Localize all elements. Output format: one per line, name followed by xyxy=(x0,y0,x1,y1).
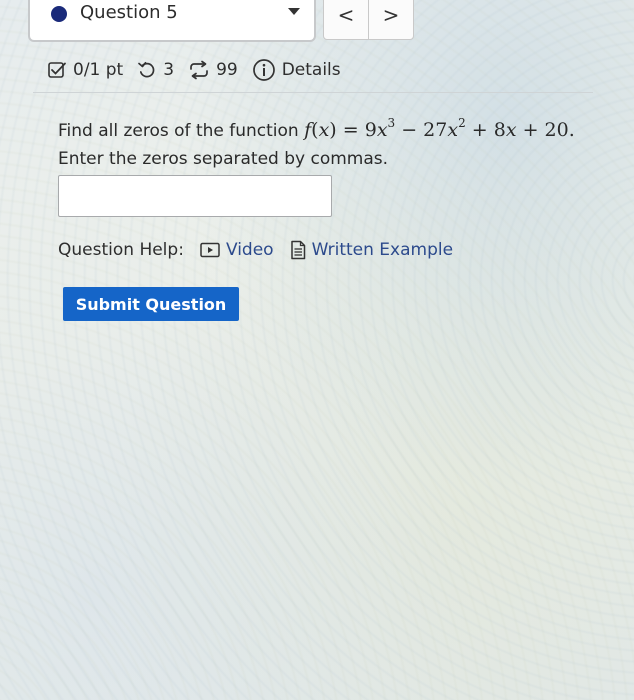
prompt-prefix: Find all zeros of the function xyxy=(58,121,299,141)
details-link[interactable]: Details xyxy=(282,60,341,80)
document-icon xyxy=(290,240,306,260)
retry-icon xyxy=(188,60,210,80)
checkbox-score-icon xyxy=(47,60,67,80)
background-pattern xyxy=(0,0,634,700)
video-icon xyxy=(200,242,220,258)
question-help-label: Question Help: xyxy=(58,240,184,260)
next-question-button[interactable]: > xyxy=(368,0,414,40)
question-meta: 0/1 pt 3 99 Details xyxy=(47,56,341,84)
info-icon[interactable] xyxy=(252,58,276,82)
submit-question-button[interactable]: Submit Question xyxy=(63,287,239,321)
function-expression: f(x) = 9x3 − 27x2 + 8x + 20. xyxy=(304,116,575,141)
score-text: 0/1 pt xyxy=(73,60,124,80)
answer-input[interactable] xyxy=(58,175,332,217)
instruction-text: Enter the zeros separated by commas. xyxy=(58,149,389,169)
question-status-dot xyxy=(51,6,67,22)
video-help-label: Video xyxy=(225,240,274,260)
section-divider xyxy=(33,92,593,93)
undo-attempts-icon xyxy=(137,60,157,80)
written-example-label: Written Example xyxy=(311,240,454,260)
attempts-text: 3 xyxy=(163,60,175,80)
previous-question-button[interactable]: < xyxy=(323,0,369,40)
caret-down-icon xyxy=(288,8,300,15)
retries-text: 99 xyxy=(216,60,238,80)
question-text-line: Find all zeros of the function f(x) = 9x… xyxy=(58,116,575,145)
written-example-link[interactable]: Written Example xyxy=(290,240,453,260)
question-selector-label: Question 5 xyxy=(80,2,178,23)
question-prompt: Find all zeros of the function f(x) = 9x… xyxy=(58,116,575,173)
question-selector[interactable]: Question 5 xyxy=(28,0,316,42)
question-help: Question Help: Video Written Example xyxy=(58,237,453,263)
video-help-link[interactable]: Video xyxy=(200,240,274,260)
